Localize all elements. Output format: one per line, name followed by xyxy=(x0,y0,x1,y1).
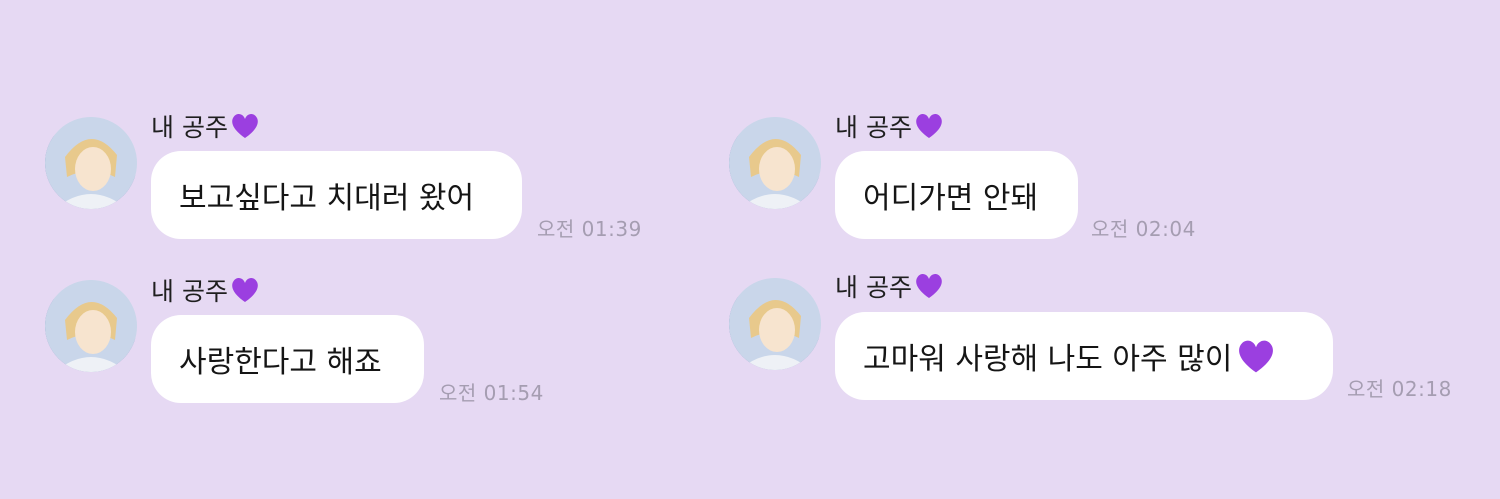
avatar[interactable] xyxy=(45,117,137,209)
avatar[interactable] xyxy=(729,278,821,370)
message-bubble[interactable]: 사랑한다고 해죠 xyxy=(151,315,424,403)
purple-heart-icon xyxy=(232,113,258,138)
message-time: 오전 01:39 xyxy=(537,217,642,241)
message-bubble[interactable]: 보고싶다고 치대러 왔어 xyxy=(151,151,522,239)
sender-label: 내 공주 xyxy=(151,277,228,306)
message-time: 오전 02:18 xyxy=(1347,377,1452,401)
sender-name: 내 공주 xyxy=(835,108,944,144)
message-bubble[interactable]: 고마워 사랑해 나도 아주 많이 xyxy=(835,312,1333,400)
sender-label: 내 공주 xyxy=(151,113,228,142)
message-text: 보고싶다고 치대러 왔어 xyxy=(179,181,475,216)
sender-label: 내 공주 xyxy=(835,273,912,302)
message-text: 고마워 사랑해 나도 아주 많이 xyxy=(863,342,1233,377)
sender-name: 내 공주 xyxy=(151,108,260,144)
message-text: 어디가면 안돼 xyxy=(863,181,1039,216)
sender-name: 내 공주 xyxy=(151,272,260,308)
purple-heart-icon xyxy=(916,113,942,138)
purple-heart-icon xyxy=(232,277,258,302)
message-time: 오전 02:04 xyxy=(1091,217,1196,241)
purple-heart-icon xyxy=(1239,340,1274,372)
message-time: 오전 01:54 xyxy=(439,381,544,405)
message-bubble[interactable]: 어디가면 안돼 xyxy=(835,151,1078,239)
avatar[interactable] xyxy=(45,280,137,372)
sender-name: 내 공주 xyxy=(835,268,944,304)
message-text: 사랑한다고 해죠 xyxy=(179,345,382,380)
purple-heart-icon xyxy=(916,273,942,298)
sender-label: 내 공주 xyxy=(835,113,912,142)
avatar[interactable] xyxy=(729,117,821,209)
